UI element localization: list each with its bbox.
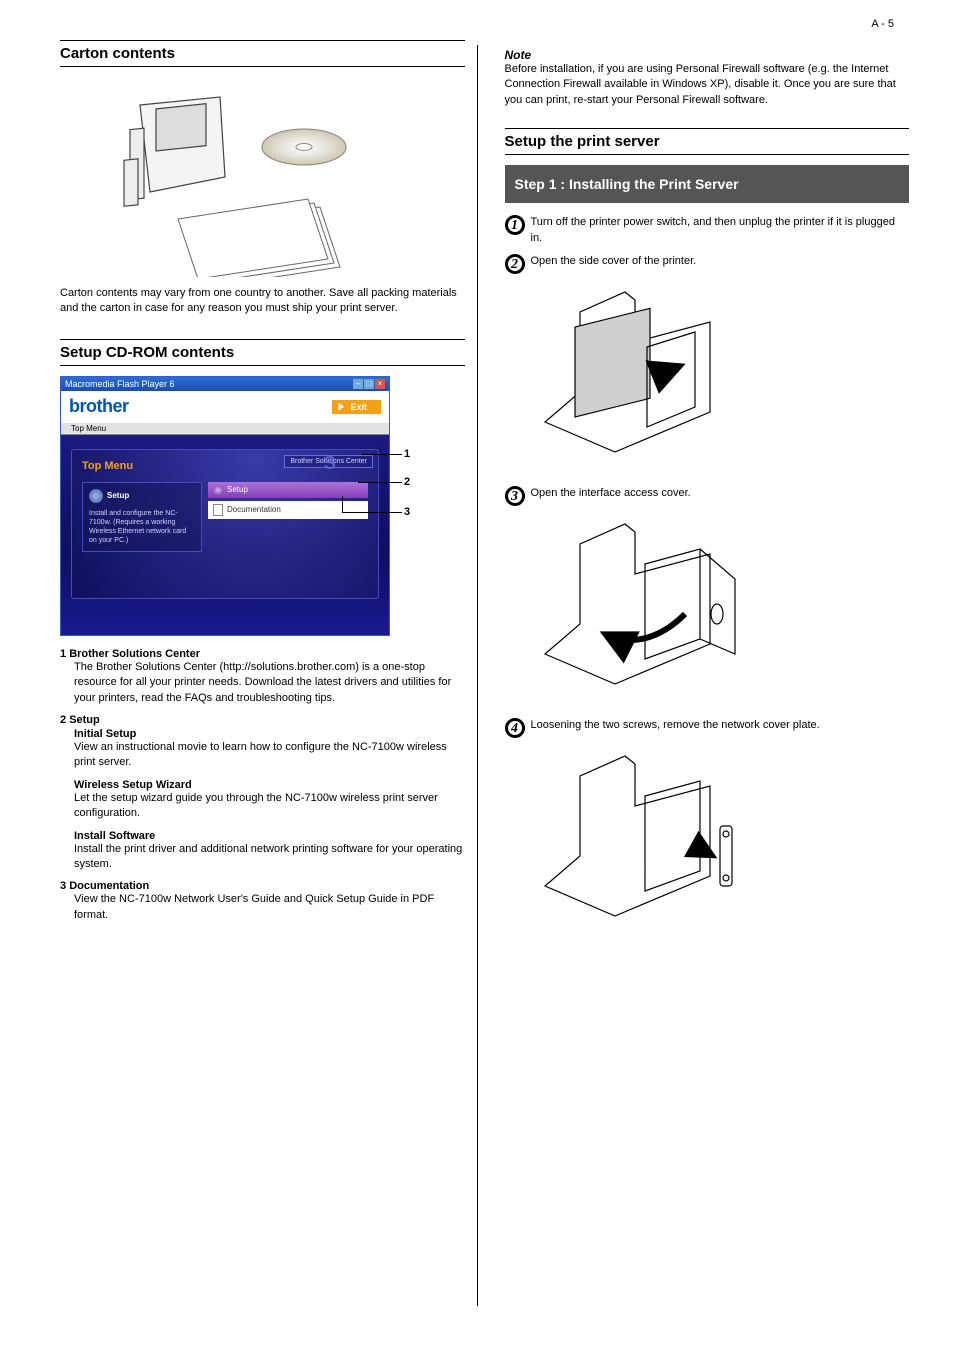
window-title: Macromedia Flash Player 6 [65,379,175,389]
wsw-head: Wireless Setup Wizard [74,779,192,791]
carton-contents-illustration [60,77,360,277]
label-2-num: 2 [60,714,66,726]
wsw-desc: Let the setup wizard guide you through t… [74,791,465,822]
label-1-num: 1 [60,648,66,660]
step-2-icon: 2 [505,254,525,274]
step-1-text: Turn off the printer power switch, and t… [531,215,910,246]
carton-desc: Carton contents may vary from one countr… [60,286,465,317]
install-sw-head: Install Software [74,830,155,842]
callout-3-num: 3 [404,506,410,518]
documentation-menu-item[interactable]: Documentation [208,501,368,519]
label-1-title: Brother Solutions Center [69,648,200,660]
setup-cdrom-heading: Setup CD-ROM contents [60,339,465,366]
column-divider [477,45,478,1306]
step1-bar: Step 1 : Installing the Print Server [505,165,910,203]
step-3-illustration [535,514,765,704]
carton-contents-heading: Carton contents [60,40,465,67]
step-3-text: Open the interface access cover. [531,486,910,506]
callout-1-num: 1 [404,448,410,460]
initial-setup-desc: View an instructional movie to learn how… [74,740,465,771]
callout-2-num: 2 [404,476,410,488]
step-2-text: Open the side cover of the printer. [531,254,910,274]
brother-solutions-center-link[interactable]: S Brother Solutions Center [284,455,373,468]
step-1-icon: 1 [505,215,525,235]
note-text: Before installation, if you are using Pe… [505,62,910,108]
label-3-desc: View the NC-7100w Network User's Guide a… [74,892,465,923]
install-sw-desc: Install the print driver and additional … [74,842,465,873]
label-3-num: 3 [60,880,66,892]
step-4-text: Loosening the two screws, remove the net… [531,718,910,738]
exit-button[interactable]: Exit [332,400,381,414]
step-4-illustration [535,746,765,936]
label-2-title: Setup [69,714,100,726]
label-1-desc: The Brother Solutions Center (http://sol… [74,660,465,706]
label-3-title: Documentation [69,880,149,892]
setup-cd-screenshot: Macromedia Flash Player 6 –□× brother Ex… [60,376,420,636]
step-3-icon: 3 [505,486,525,506]
note-heading: Note [505,48,910,62]
step-2-illustration [535,282,765,472]
top-menu-strip: Top Menu [61,423,389,435]
window-control-icons: –□× [352,378,385,389]
setup-desc-panel: Setup Install and configure the NC-7100w… [82,482,202,552]
brother-logo: brother [69,396,129,417]
setup-menu-item[interactable]: Setup [208,482,368,498]
setup-print-server-heading: Setup the print server [505,128,910,155]
initial-setup-head: Initial Setup [74,728,136,740]
step-4-icon: 4 [505,718,525,738]
page-number: A - 5 [871,18,894,30]
